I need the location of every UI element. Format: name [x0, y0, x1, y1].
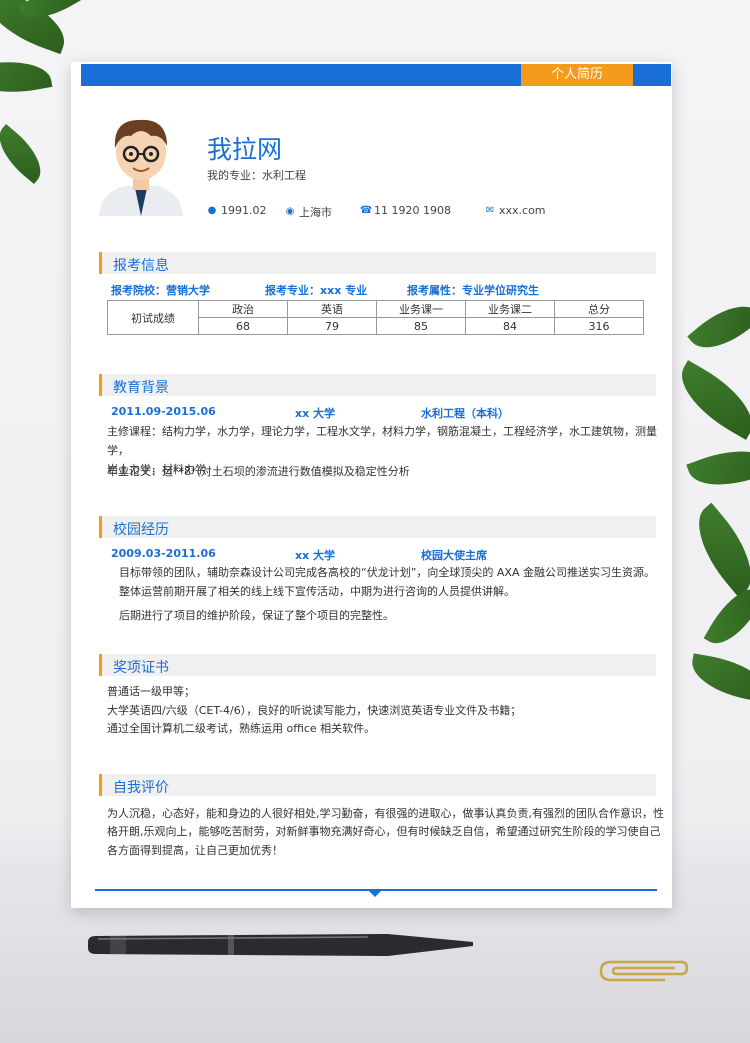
birth-info: ● 1991.02 — [207, 204, 267, 217]
self-line: 为人沉稳，心态好，能和身边的人很好相处,学习勤奋，有很强的进取心，做事认真负责,… — [107, 807, 664, 820]
campus-role: 校园大使主席 — [421, 549, 487, 562]
email-text: xxx.com — [499, 204, 546, 217]
exam-school: 报考院校：营销大学 — [111, 284, 210, 297]
phone-text: 11 1920 1908 — [374, 204, 451, 217]
score-value: 68 — [198, 317, 288, 335]
education-thesis: 毕业论文：运**8*(对土石坝的渗流进行数值模拟及稳定性分析 — [107, 465, 410, 478]
pen-decoration — [88, 934, 473, 956]
section-title: 报考信息 — [113, 258, 169, 274]
location-pin-icon: ◉ — [285, 206, 295, 217]
section-awards-header: 奖项证书 — [99, 654, 656, 676]
score-header: 业务课一 — [376, 300, 466, 318]
section-title: 校园经历 — [113, 522, 169, 538]
campus-school: xx 大学 — [295, 549, 336, 562]
courses-line: 主修课程：结构力学，水力学，理论力学，工程水文学，材料力学，钢筋混凝土，工程经济… — [107, 425, 657, 457]
exam-major: 报考专业：xxx 专业 — [265, 284, 368, 297]
resume-tag: 个人简历 — [521, 64, 633, 86]
section-title: 自我评价 — [113, 780, 169, 796]
candidate-major: 我的专业：水利工程 — [207, 169, 306, 182]
mail-icon: ✉ — [485, 204, 495, 216]
avatar-illustration — [99, 119, 183, 216]
score-value: 84 — [465, 317, 555, 335]
exam-attribute: 报考属性：专业学位研究生 — [407, 284, 539, 297]
score-value: 79 — [287, 317, 377, 335]
score-row-label: 初试成绩 — [107, 300, 199, 335]
score-header: 总分 — [554, 300, 644, 318]
phone-icon: ☎ — [360, 204, 373, 216]
campus-line: 后期进行了项目的维护阶段，保证了整个项目的完整性。 — [119, 609, 394, 622]
self-line: 各方面得到提高，让自己更加优秀！ — [107, 844, 283, 857]
self-line: 格开朗,乐观向上，能够吃苦耐劳，对新鲜事物充满好奇心，但有时候缺乏自信，希望通过… — [107, 825, 661, 838]
resume-sheet: 个人简历 我拉网 我的专业：水利工程 ● 1991.02 ◉ 上海市 ☎ 11 … — [71, 62, 672, 908]
section-title: 教育背景 — [113, 380, 169, 396]
score-table: 初试成绩 政治 英语 业务课一 业务课二 总分 68 79 85 84 316 — [107, 300, 644, 335]
award-line: 普通话一级甲等； — [107, 685, 195, 698]
campus-period: 2009.03-2011.06 — [111, 547, 216, 560]
award-line: 大学英语四/六级（CET-4/6），良好的听说读写能力，快速浏览英语专业文件及书… — [107, 704, 522, 717]
score-header: 政治 — [198, 300, 288, 318]
birth-date: 1991.02 — [221, 204, 267, 217]
award-line: 通过全国计算机二级考试，熟练运用 office 相关软件。 — [107, 722, 376, 735]
section-self-header: 自我评价 — [99, 774, 656, 796]
education-period: 2011.09-2015.06 — [111, 405, 216, 418]
score-value: 316 — [554, 317, 644, 335]
education-major: 水利工程（本科） — [421, 407, 509, 420]
city-info: ◉ 上海市 — [285, 204, 332, 220]
score-value: 85 — [376, 317, 466, 335]
campus-line: 目标带领的团队，辅助奈森设计公司完成各高校的“伏龙计划”，向全球顶尖的 AXA … — [119, 566, 655, 579]
footer-arrow-icon — [369, 891, 381, 897]
candidate-name: 我拉网 — [207, 135, 283, 164]
campus-line: 整体运营前期开展了相关的线上线下宣传活动，中期为进行咨询的人员提供讲解。 — [119, 585, 515, 598]
city-text: 上海市 — [299, 206, 332, 219]
score-header: 英语 — [287, 300, 377, 318]
score-header: 业务课二 — [465, 300, 555, 318]
section-education-header: 教育背景 — [99, 374, 656, 396]
paperclip-decoration — [599, 960, 689, 982]
section-exam-header: 报考信息 — [99, 252, 656, 274]
section-title: 奖项证书 — [113, 660, 169, 676]
email-info: ✉ xxx.com — [485, 204, 546, 217]
education-school: xx 大学 — [295, 407, 336, 420]
phone-info: ☎ 11 1920 1908 — [360, 204, 451, 217]
person-icon: ● — [207, 204, 217, 216]
section-campus-header: 校园经历 — [99, 516, 656, 538]
